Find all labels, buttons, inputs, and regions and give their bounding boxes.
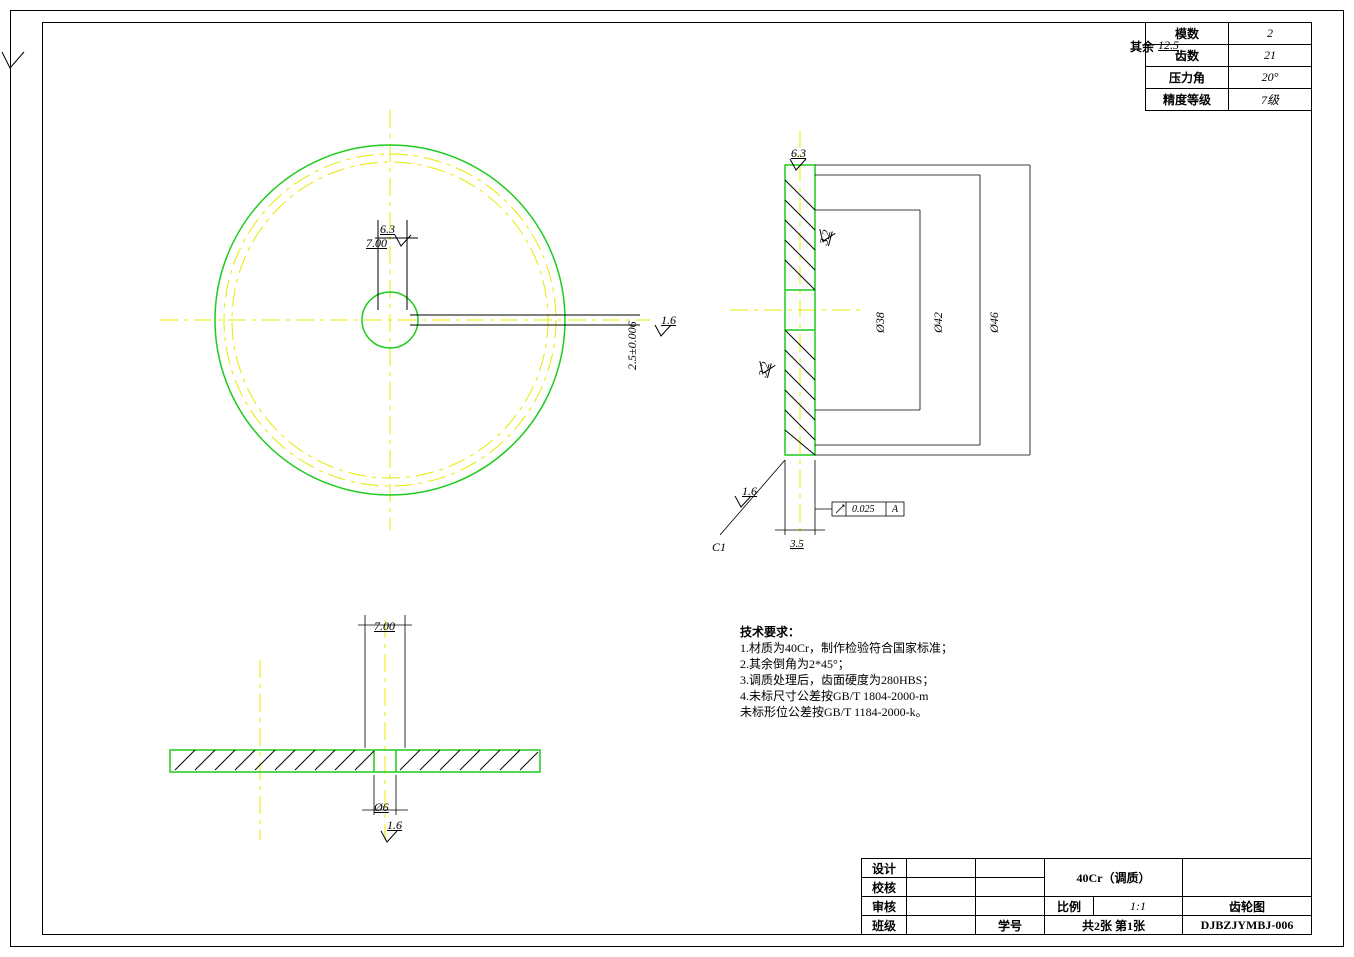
fv-sf-16-sym <box>654 324 672 338</box>
surface-rest-value: 12.5 <box>1158 38 1179 53</box>
tech-notes: 技术要求： 1.材质为40Cr，制作检验符合国家标准； 2.其余倒角为2*45°… <box>740 624 953 720</box>
bottom-view <box>140 610 560 870</box>
sv-d38: Ø38 <box>873 312 888 333</box>
bv-d6: Ø6 <box>374 800 389 815</box>
sv-d46: Ø46 <box>987 312 1002 333</box>
fv-tol: 2.5±0.006 <box>625 321 640 370</box>
tb-scale-lab: 比例 <box>1045 897 1094 916</box>
front-view <box>160 110 680 530</box>
sv-dim35: 3.5 <box>790 538 804 550</box>
title-block: 设计 40Cr（调质） 校核 审核 比例 1:1 齿轮图 班级 学号 共2张 第… <box>861 858 1312 935</box>
section-view <box>720 130 1060 550</box>
tb-design: 设计 <box>862 859 907 878</box>
tb-code: DJBZJYMBJ-006 <box>1183 916 1312 935</box>
param-value: 2 <box>1229 23 1312 45</box>
sv-sf63-sym <box>789 158 807 172</box>
sv-gtol-datum: A <box>892 504 898 515</box>
tb-check: 校核 <box>862 878 907 897</box>
bv-sf16-sym <box>380 830 398 844</box>
tb-class: 班级 <box>862 916 907 935</box>
tb-review: 审核 <box>862 897 907 916</box>
sv-c1: C1 <box>712 540 726 555</box>
fv-dim-700: 7.00 <box>366 236 387 251</box>
param-value: 20° <box>1229 67 1312 89</box>
tb-name: 齿轮图 <box>1183 897 1312 916</box>
tb-material: 40Cr（调质） <box>1045 859 1183 897</box>
notes-l2: 2.其余倒角为2*45°； <box>740 656 953 672</box>
param-value: 7级 <box>1229 89 1312 111</box>
tb-sid: 学号 <box>998 919 1022 933</box>
tb-sheets: 共2张 第1张 <box>1045 916 1183 935</box>
notes-l4: 4.未标尺寸公差按GB/T 1804-2000-m <box>740 688 953 704</box>
drawing-page: 模数2齿数21压力角20°精度等级7级 其余 12.5 6.3 7. <box>0 0 1354 957</box>
sv-sf16-sym <box>734 495 752 509</box>
surface-rest-label: 其余 <box>1130 38 1154 55</box>
gear-param-table: 模数2齿数21压力角20°精度等级7级 <box>1145 22 1312 111</box>
notes-l1: 1.材质为40Cr，制作检验符合国家标准； <box>740 640 953 656</box>
param-label: 压力角 <box>1146 67 1229 89</box>
fv-sf-63-sym <box>394 234 412 248</box>
tb-scale-val: 1:1 <box>1094 897 1183 916</box>
notes-l3: 3.调质处理后，齿面硬度为280HBS； <box>740 672 953 688</box>
surface-rest-symbol <box>0 50 30 72</box>
notes-l5: 未标形位公差按GB/T 1184-2000-k。 <box>740 704 953 720</box>
fv-sf-63: 6.3 <box>380 222 395 237</box>
sv-d42: Ø42 <box>931 312 946 333</box>
bv-dim700: 7.00 <box>374 619 395 634</box>
notes-title: 技术要求： <box>740 624 953 640</box>
sv-gtol-val: 0.025 <box>852 504 875 515</box>
param-value: 21 <box>1229 45 1312 67</box>
param-label: 精度等级 <box>1146 89 1229 111</box>
